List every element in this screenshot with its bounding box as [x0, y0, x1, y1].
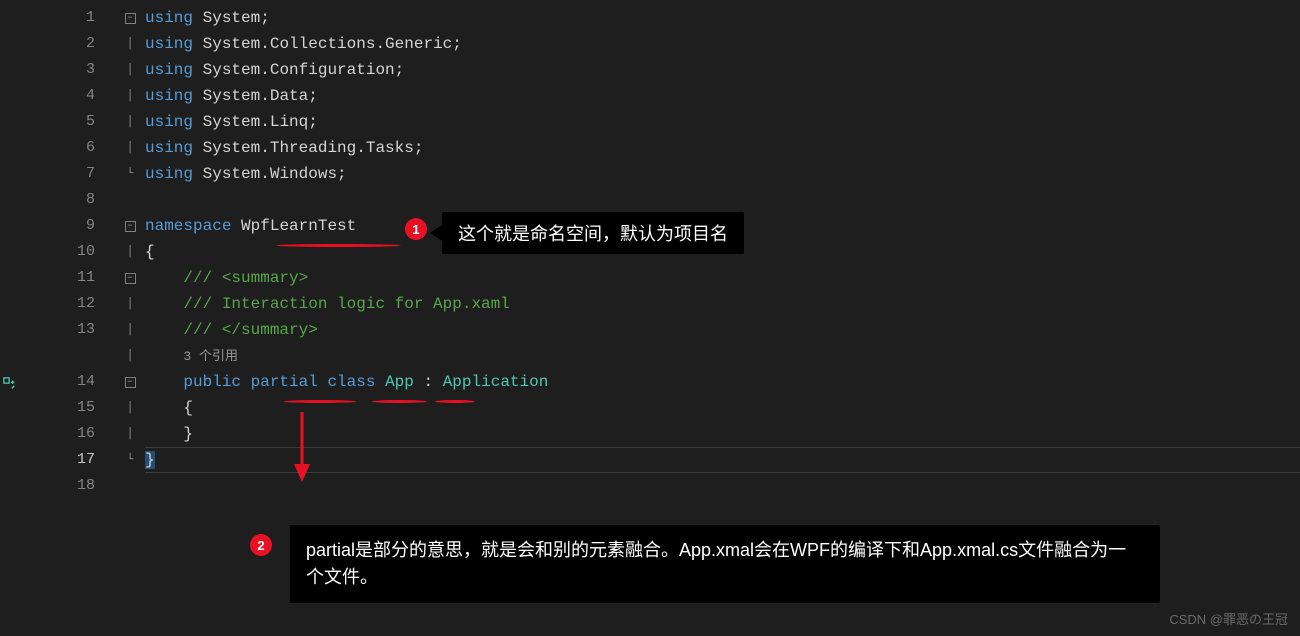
line-number: 15	[20, 395, 115, 421]
fold-guide: │	[115, 83, 145, 109]
fold-guide: │	[115, 57, 145, 83]
code-line[interactable]: using System;	[145, 5, 1300, 31]
line-number: 7	[20, 161, 115, 187]
line-number: 4	[20, 83, 115, 109]
fold-toggle[interactable]: −	[115, 369, 145, 395]
fold-guide: │	[115, 135, 145, 161]
left-margin	[0, 0, 20, 636]
code-line[interactable]: {	[145, 395, 1300, 421]
annotation-underline	[372, 400, 427, 403]
line-number: 6	[20, 135, 115, 161]
code-line[interactable]: }	[145, 447, 1300, 473]
code-line[interactable]: /// <summary>	[145, 265, 1300, 291]
fold-guide: │	[115, 291, 145, 317]
line-number: 13	[20, 317, 115, 343]
fold-guide: └	[115, 161, 145, 187]
annotation-arrow-icon	[290, 412, 314, 487]
line-number-gutter[interactable]: 1 2 3 4 5 6 7 8 9 10 11 12 13 14 15 16 1…	[20, 0, 115, 636]
fold-gutter: − │ │ │ │ │ └ − │ − │ │ │ − │ │ └	[115, 0, 145, 636]
line-number: 2	[20, 31, 115, 57]
line-number: 10	[20, 239, 115, 265]
line-number: 11	[20, 265, 115, 291]
annotation-callout-2: partial是部分的意思，就是会和别的元素融合。App.xmal会在WPF的编…	[290, 525, 1160, 603]
fold-toggle[interactable]: −	[115, 265, 145, 291]
annotation-text: 这个就是命名空间，默认为项目名	[458, 220, 728, 246]
watermark: CSDN @罪恶の王冠	[1169, 609, 1288, 628]
fold-guide: │	[115, 421, 145, 447]
line-number: 14	[20, 369, 115, 395]
fold-guide: │	[115, 343, 145, 369]
interface-margin-icon[interactable]	[2, 376, 18, 392]
code-line[interactable]: /// </summary>	[145, 317, 1300, 343]
code-line[interactable]	[145, 473, 1300, 499]
line-number: 12	[20, 291, 115, 317]
annotation-underline	[276, 244, 401, 247]
line-number: 8	[20, 187, 115, 213]
annotation-badge-1: 1	[405, 218, 427, 240]
code-line[interactable]: using System.Collections.Generic;	[145, 31, 1300, 57]
line-number: 5	[20, 109, 115, 135]
fold-guide: │	[115, 395, 145, 421]
fold-toggle[interactable]: −	[115, 213, 145, 239]
line-number: 16	[20, 421, 115, 447]
code-line[interactable]: using System.Linq;	[145, 109, 1300, 135]
line-number: 9	[20, 213, 115, 239]
annotation-badge-2: 2	[250, 534, 272, 556]
line-number: 3	[20, 57, 115, 83]
code-line[interactable]: }	[145, 421, 1300, 447]
annotation-underline	[284, 400, 356, 403]
fold-guide: │	[115, 317, 145, 343]
code-line[interactable]	[145, 187, 1300, 213]
code-line[interactable]: using System.Threading.Tasks;	[145, 135, 1300, 161]
fold-guide: │	[115, 31, 145, 57]
annotation-callout-1: 这个就是命名空间，默认为项目名	[442, 212, 744, 254]
fold-guide: └	[115, 447, 145, 473]
code-line[interactable]: using System.Windows;	[145, 161, 1300, 187]
line-number: 17	[20, 447, 115, 473]
code-line[interactable]: public partial class App : Application	[145, 369, 1300, 395]
fold-guide: │	[115, 239, 145, 265]
code-line[interactable]: using System.Configuration;	[145, 57, 1300, 83]
annotation-underline	[435, 400, 475, 403]
code-line[interactable]: /// Interaction logic for App.xaml	[145, 291, 1300, 317]
line-number: 18	[20, 473, 115, 499]
code-line[interactable]: using System.Data;	[145, 83, 1300, 109]
line-number	[20, 343, 115, 369]
fold-toggle[interactable]: −	[115, 5, 145, 31]
annotation-text: partial是部分的意思，就是会和别的元素融合。App.xmal会在WPF的编…	[306, 537, 1144, 591]
codelens-line[interactable]: 3 个引用	[145, 343, 1300, 369]
line-number: 1	[20, 5, 115, 31]
fold-guide: │	[115, 109, 145, 135]
